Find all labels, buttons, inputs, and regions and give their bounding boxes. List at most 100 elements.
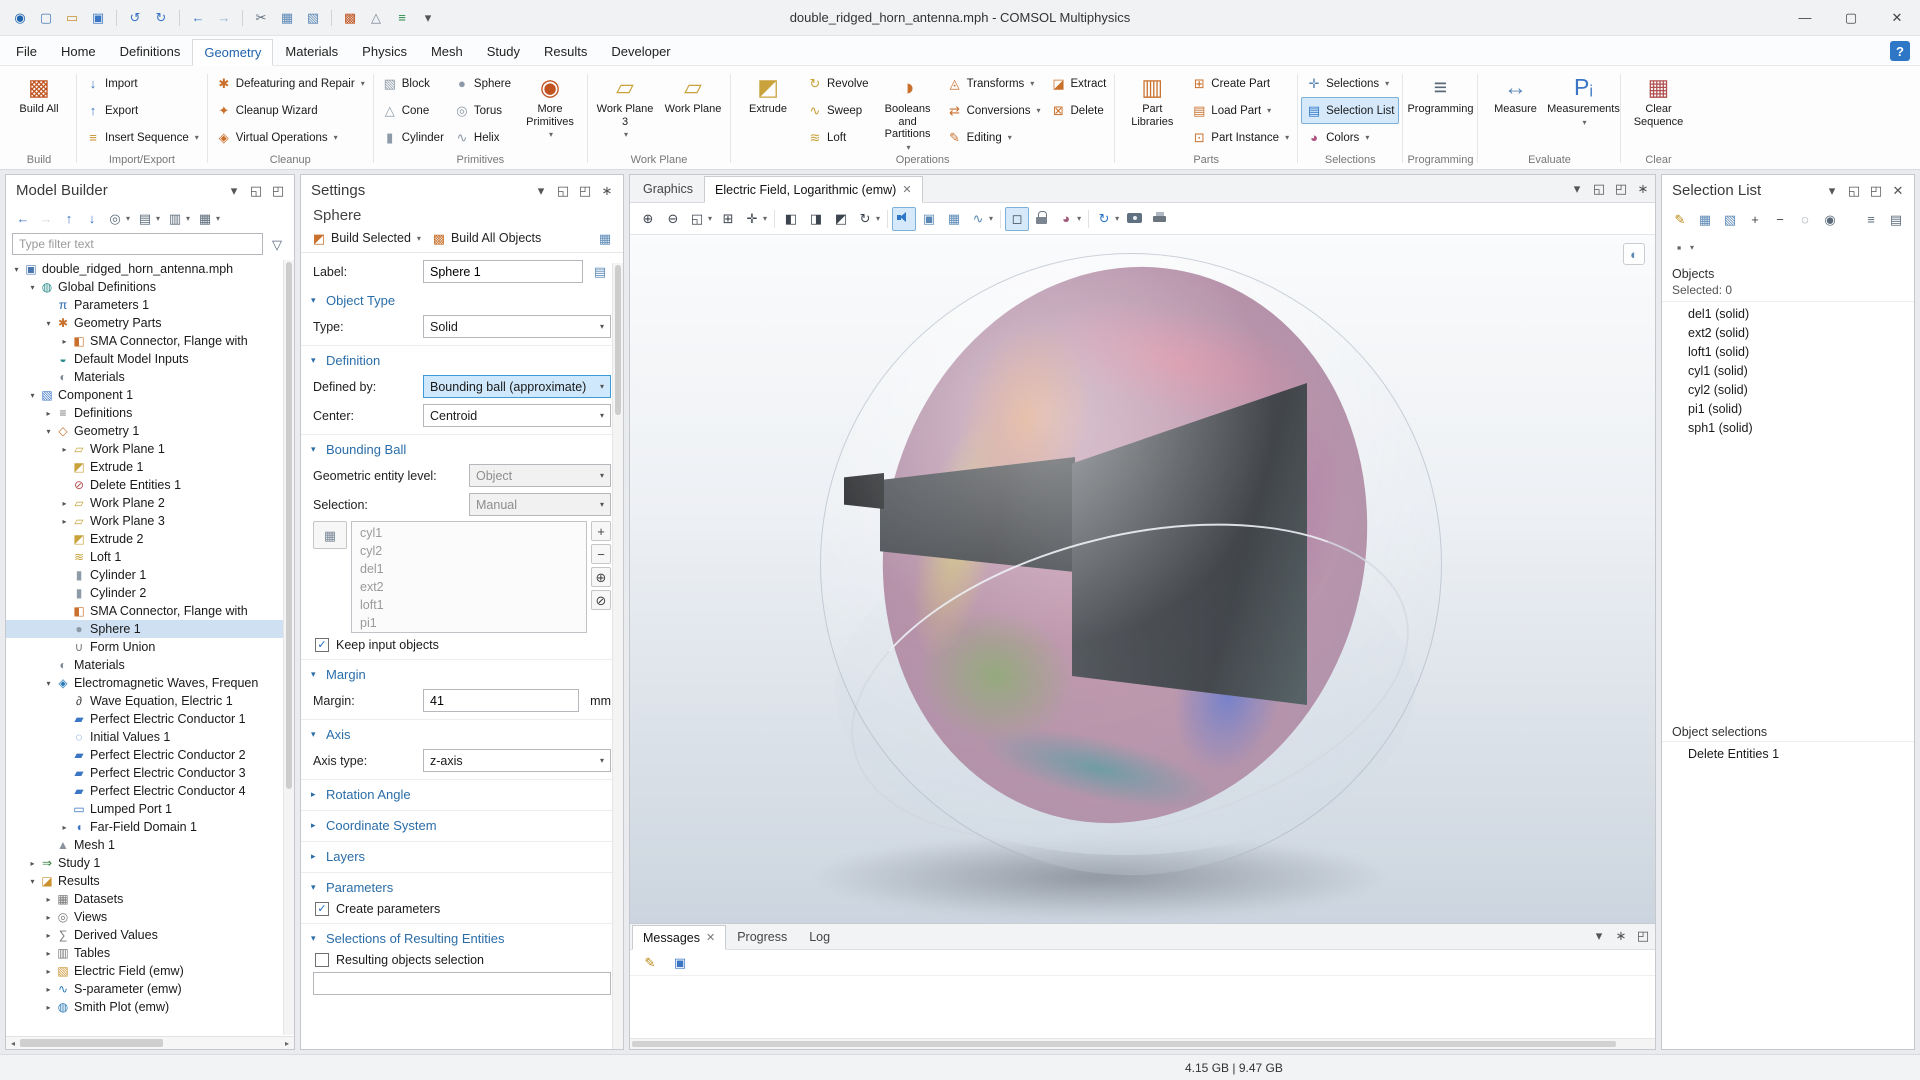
sl-remove-button[interactable]: −: [1768, 207, 1792, 231]
mb-back-button[interactable]: ←: [12, 207, 34, 229]
scroll-left-icon[interactable]: ◂: [6, 1039, 20, 1048]
ribbon-button-programming[interactable]: ≡Programming: [1406, 70, 1474, 150]
tree-toggle-icon[interactable]: ▸: [26, 859, 39, 868]
ribbon-button-load-part[interactable]: ▤Load Part▾: [1186, 97, 1294, 124]
tree-item-global-definitions[interactable]: ▾◍Global Definitions: [6, 278, 294, 296]
g-zoom-out-button[interactable]: ⊖: [661, 207, 685, 231]
bb-clear-button[interactable]: ⊘: [591, 590, 611, 610]
menu-developer[interactable]: Developer: [599, 38, 682, 65]
mb-show-button[interactable]: ◎▾: [104, 207, 133, 229]
mb-move-up-button[interactable]: ↑: [58, 207, 80, 229]
ribbon-button-sweep[interactable]: ∿Sweep: [802, 97, 874, 124]
ribbon-button-part-instance[interactable]: ⊡Part Instance▾: [1186, 124, 1294, 151]
tree-item-perfect-electric-conductor-2[interactable]: ▰Perfect Electric Conductor 2: [6, 746, 294, 764]
close-icon[interactable]: ✕: [902, 183, 911, 196]
redo-button[interactable]: ↻: [149, 6, 173, 30]
tree-item-results[interactable]: ▾◪Results: [6, 872, 294, 890]
selection-listbox[interactable]: cyl1cyl2del1ext2loft1pi1: [351, 521, 587, 633]
tree-item-lumped-port-1[interactable]: ▭Lumped Port 1: [6, 800, 294, 818]
panel-menu-button[interactable]: ▾: [224, 180, 244, 200]
ribbon-button-export[interactable]: ↑Export: [80, 97, 204, 124]
back-button[interactable]: ←: [186, 6, 210, 30]
ribbon-button-insert-sequence[interactable]: ≡Insert Sequence▾: [80, 124, 204, 151]
ribbon-button-more-primitives[interactable]: ◉More Primitives▾: [516, 70, 584, 150]
mb-tree-settings-button[interactable]: ▤▾: [134, 207, 163, 229]
object-selection-item-delete-entities-1[interactable]: Delete Entities 1: [1662, 744, 1914, 763]
sl-edit-button[interactable]: ✎: [1668, 207, 1692, 231]
ribbon-button-extract[interactable]: ◪Extract: [1046, 70, 1112, 97]
panel-float-button[interactable]: ◱: [246, 180, 266, 200]
selection-list-item-ext2-solid[interactable]: ext2 (solid): [1662, 323, 1914, 342]
ribbon-button-build-all[interactable]: ▩Build All: [5, 70, 73, 150]
tree-toggle-icon[interactable]: ▸: [58, 823, 71, 832]
tree-toggle-icon[interactable]: ▸: [58, 517, 71, 526]
tree-toggle-icon[interactable]: ▸: [42, 409, 55, 418]
messages-scrollbar[interactable]: [630, 1038, 1655, 1049]
tree-item-definitions[interactable]: ▸≡Definitions: [6, 404, 294, 422]
tree-item-loft-1[interactable]: ≋Loft 1: [6, 548, 294, 566]
axis-type-select[interactable]: z-axis ▾: [423, 749, 611, 772]
ribbon-button-defeaturing-and-repair[interactable]: ✱Defeaturing and Repair▾: [211, 70, 370, 97]
tree-toggle-icon[interactable]: ▾: [26, 391, 39, 400]
selection-list-item-loft1-solid[interactable]: loft1 (solid): [1662, 342, 1914, 361]
section-header-layers[interactable]: ▸ Layers: [301, 841, 623, 868]
app-logo-button[interactable]: ◉: [8, 6, 32, 30]
tree-item-work-plane-3[interactable]: ▸▱Work Plane 3: [6, 512, 294, 530]
tree-toggle-icon[interactable]: ▸: [42, 1003, 55, 1012]
g-color-button[interactable]: ◕▾: [1055, 207, 1084, 231]
copy-button[interactable]: ▦: [275, 6, 299, 30]
sl-show-button[interactable]: ◉: [1818, 207, 1842, 231]
tree-item-sma-connector-flange-with[interactable]: ◧SMA Connector, Flange with: [6, 602, 294, 620]
tab-messages[interactable]: Messages✕: [632, 925, 726, 950]
panel-dock-button[interactable]: ◰: [268, 180, 288, 200]
ribbon-button-cleanup-wizard[interactable]: ✦Cleanup Wizard: [211, 97, 370, 124]
g-view-xy-button[interactable]: ◧: [779, 207, 803, 231]
ribbon-button-loft[interactable]: ≋Loft: [802, 124, 874, 151]
sl-view-button[interactable]: ▤: [1884, 207, 1908, 231]
tree-item-materials[interactable]: ◐Materials: [6, 656, 294, 674]
tree-item-electric-field-emw[interactable]: ▸▧Electric Field (emw): [6, 962, 294, 980]
tree-item-wave-equation-electric-1[interactable]: ∂Wave Equation, Electric 1: [6, 692, 294, 710]
bb-add-button[interactable]: +: [591, 521, 611, 541]
ribbon-button-sphere[interactable]: ●Sphere: [449, 70, 516, 97]
menu-home[interactable]: Home: [49, 38, 108, 65]
ribbon-button-part-libraries[interactable]: ▥Part Libraries: [1118, 70, 1186, 150]
sl-copy-button[interactable]: ▦: [1693, 207, 1717, 231]
tree-toggle-icon[interactable]: ▸: [42, 949, 55, 958]
sl-paste-button[interactable]: ▧: [1718, 207, 1742, 231]
section-header-bounding-ball[interactable]: ▾ Bounding Ball: [301, 434, 623, 461]
panel-dock-button[interactable]: ◰: [575, 180, 595, 200]
section-header-rotation-angle[interactable]: ▸ Rotation Angle: [301, 779, 623, 806]
label-edit-button[interactable]: ▤: [589, 261, 611, 283]
scrollbar-thumb[interactable]: [632, 1041, 1616, 1047]
ribbon-button-revolve[interactable]: ↻Revolve: [802, 70, 874, 97]
panel-pin-button[interactable]: ∗: [1633, 178, 1653, 198]
menu-materials[interactable]: Materials: [273, 38, 350, 65]
section-header-parameters[interactable]: ▾ Parameters: [301, 872, 623, 899]
ribbon-button-virtual-operations[interactable]: ◈Virtual Operations▾: [211, 124, 370, 151]
ribbon-button-conversions[interactable]: ⇄Conversions▾: [942, 97, 1046, 124]
g-refresh-view-button[interactable]: ↻▾: [854, 207, 883, 231]
g-zoom-extents-button[interactable]: ⊞: [716, 207, 740, 231]
tree-item-derived-values[interactable]: ▸∑Derived Values: [6, 926, 294, 944]
tree-horizontal-scrollbar[interactable]: ◂ ▸: [6, 1036, 294, 1049]
ribbon-button-measure[interactable]: ↔Measure: [1481, 70, 1549, 150]
tree-item-perfect-electric-conductor-4[interactable]: ▰Perfect Electric Conductor 4: [6, 782, 294, 800]
ribbon-button-colors[interactable]: ◕Colors▾: [1301, 124, 1399, 151]
compute-button[interactable]: ≡: [390, 6, 414, 30]
scrollbar-thumb[interactable]: [20, 1039, 163, 1047]
filter-settings-button[interactable]: ▽: [266, 233, 288, 255]
tree-item-mesh-1[interactable]: ▲Mesh 1: [6, 836, 294, 854]
scroll-right-icon[interactable]: ▸: [280, 1039, 294, 1048]
mb-forward-button[interactable]: →: [35, 207, 57, 229]
tree-toggle-icon[interactable]: ▾: [10, 265, 23, 274]
forward-button[interactable]: →: [212, 6, 236, 30]
bb-zoom-button[interactable]: ⊕: [591, 567, 611, 587]
section-header-axis[interactable]: ▾ Axis: [301, 719, 623, 746]
g-snapshot-button[interactable]: [1123, 207, 1147, 231]
selection-list-item-cyl2-solid[interactable]: cyl2 (solid): [1662, 380, 1914, 399]
tree-item-double-ridged-horn-antenna-mph[interactable]: ▾▣double_ridged_horn_antenna.mph: [6, 260, 294, 278]
tree-toggle-icon[interactable]: ▸: [42, 931, 55, 940]
g-lock-button[interactable]: [1030, 207, 1054, 231]
sl-hide-button[interactable]: ◌: [1793, 207, 1817, 231]
